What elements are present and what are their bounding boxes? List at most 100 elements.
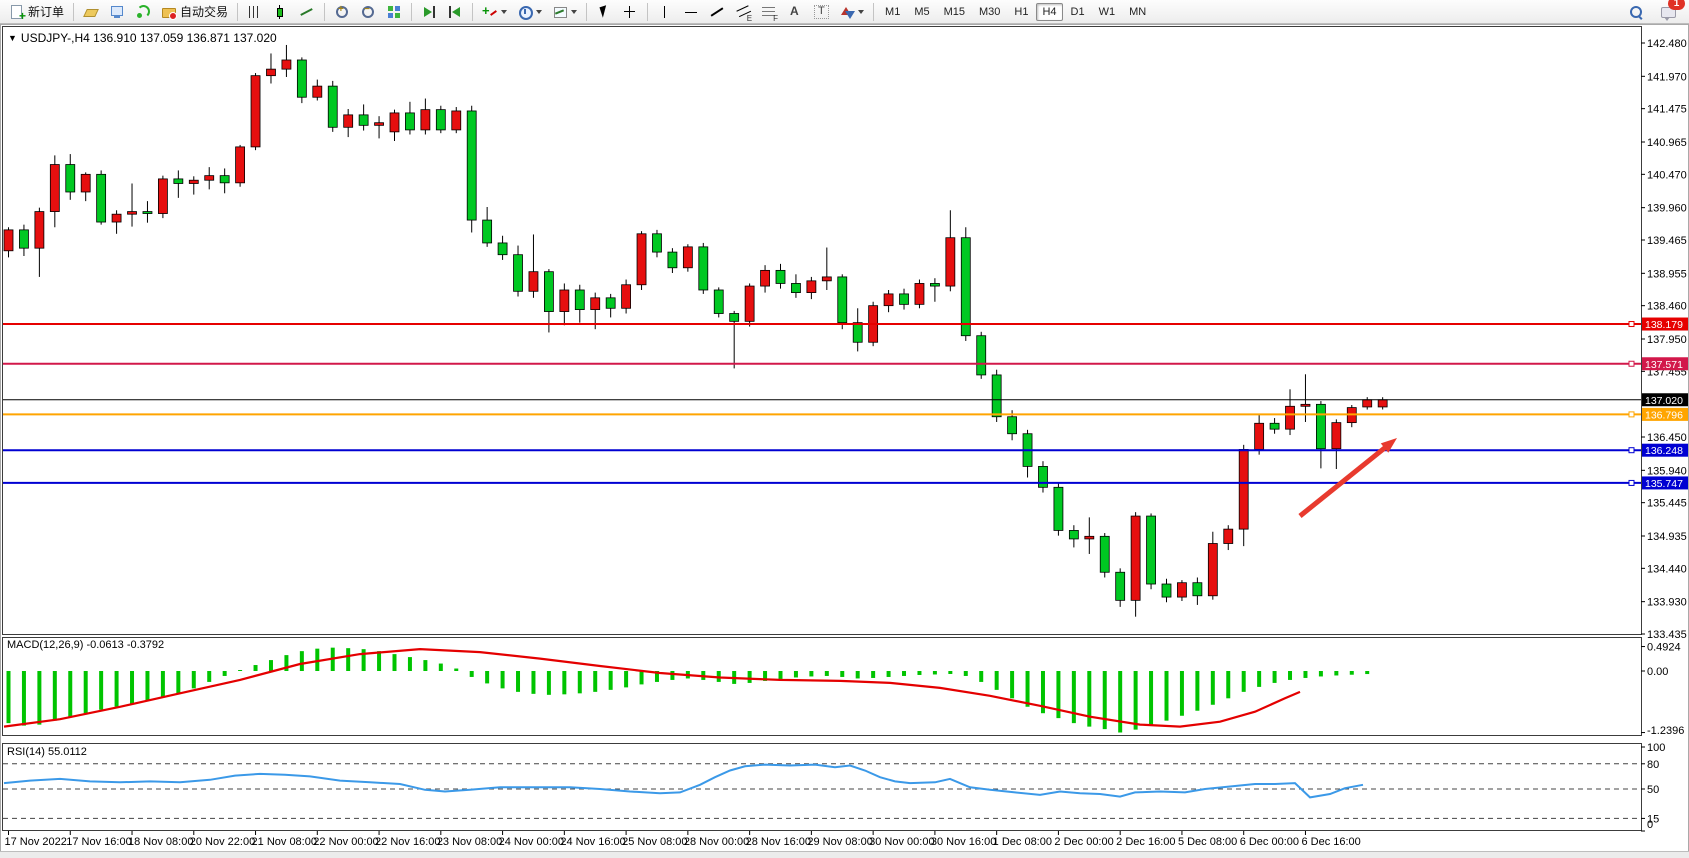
market-data-icon [135, 4, 151, 20]
candle-body [1363, 400, 1372, 407]
chart-title-row: ▼USDJPY-,H4 136.910 137.059 136.871 137.… [8, 31, 277, 45]
templates-button[interactable] [548, 1, 581, 23]
eraser-button[interactable] [79, 1, 103, 23]
time-tick-label: 28 Nov 00:00 [684, 836, 749, 848]
candle-body [683, 247, 692, 268]
tf-button-m5[interactable]: M5 [908, 3, 935, 21]
tf-button-m15[interactable]: M15 [938, 3, 971, 21]
candle-body [1177, 583, 1186, 597]
new-order-button[interactable]: 新订单 [5, 1, 68, 23]
cursor-button[interactable] [592, 1, 616, 23]
candle-body [699, 247, 708, 290]
eraser-icon [83, 4, 99, 20]
price-level-badge-text: 138.179 [1645, 319, 1683, 331]
line-handle[interactable] [1629, 412, 1634, 417]
tf-button-m1[interactable]: M1 [879, 3, 906, 21]
periods-button[interactable] [513, 1, 546, 23]
candle-body [900, 294, 909, 304]
time-tick-label: 18 Nov 08:00 [128, 836, 193, 848]
time-tick-label: 28 Nov 16:00 [746, 836, 811, 848]
text-button[interactable] [783, 1, 807, 23]
chart-shift-icon [421, 4, 437, 20]
candle-body [637, 234, 646, 285]
text-label-button[interactable] [809, 1, 833, 23]
candle-body [50, 165, 59, 212]
main-pane[interactable] [3, 27, 1642, 635]
templates-caret-icon [571, 10, 577, 14]
indicators-caret-icon [501, 10, 507, 14]
indicators-button[interactable] [478, 1, 511, 23]
candle-body [282, 60, 291, 69]
chart-canvas[interactable]: 142.480141.970141.475140.965140.470139.9… [0, 0, 1689, 858]
search-button[interactable] [1624, 1, 1648, 23]
vertical-line-button[interactable] [653, 1, 677, 23]
zoom-out-icon [360, 4, 376, 20]
auto-trading-icon [161, 4, 177, 20]
tf-button-d1[interactable]: D1 [1065, 3, 1091, 21]
symbol-dropdown-icon[interactable]: ▼ [8, 33, 17, 43]
line-handle[interactable] [1629, 480, 1634, 485]
zoom-in-button[interactable] [330, 1, 354, 23]
tf-button-h1[interactable]: H1 [1008, 3, 1034, 21]
line-handle[interactable] [1629, 448, 1634, 453]
candle-body [807, 281, 816, 293]
line-chart-mode-button[interactable] [295, 1, 319, 23]
candle-body [1270, 423, 1279, 429]
horizontal-line-button[interactable] [679, 1, 703, 23]
rsi-label: RSI(14) 55.0112 [7, 746, 87, 758]
tf-button-mn[interactable]: MN [1123, 3, 1152, 21]
zoom-out-button[interactable] [356, 1, 380, 23]
tf-button-w1[interactable]: W1 [1093, 3, 1122, 21]
time-tick-label: 29 Nov 08:00 [807, 836, 872, 848]
line-chart-mode-icon [299, 4, 315, 20]
arrow-objects-button[interactable] [835, 1, 868, 23]
notification-badge: 1 [1668, 0, 1685, 10]
candle-body [529, 272, 538, 292]
trendline-button[interactable] [705, 1, 729, 23]
auto-scroll-button[interactable] [443, 1, 467, 23]
chart-shift-button[interactable] [417, 1, 441, 23]
candlestick-mode-button[interactable] [269, 1, 293, 23]
toolbar-separator [324, 3, 325, 21]
fibonacci-icon [761, 4, 777, 20]
candle-body [189, 180, 198, 183]
cursor-icon [596, 4, 612, 20]
price-tick-label: 141.970 [1647, 71, 1687, 83]
candle-body [652, 234, 661, 252]
candle-body [1286, 406, 1295, 429]
candle-body [359, 115, 368, 125]
tf-button-m30[interactable]: M30 [973, 3, 1006, 21]
rsi-pane[interactable] [3, 744, 1642, 831]
fibonacci-button[interactable] [757, 1, 781, 23]
candle-body [730, 314, 739, 322]
bar-chart-mode-button[interactable] [243, 1, 267, 23]
macd-tick-label: 0.4924 [1647, 642, 1681, 654]
toolbar-separator [411, 3, 412, 21]
zoom-in-icon [334, 4, 350, 20]
candle-body [483, 220, 492, 243]
chart-window-button[interactable] [105, 1, 129, 23]
notifications-button[interactable]: 1 [1656, 1, 1680, 23]
auto-trading-button[interactable]: 自动交易 [157, 1, 232, 23]
candle-body [452, 111, 461, 130]
candle-body [1208, 544, 1217, 596]
crosshair-icon [622, 4, 638, 20]
market-data-button[interactable] [131, 1, 155, 23]
macd-pane[interactable] [3, 638, 1642, 736]
line-handle[interactable] [1629, 322, 1634, 327]
candle-body [112, 214, 121, 222]
text-label-icon [813, 4, 829, 20]
price-tick-label: 134.440 [1647, 563, 1687, 575]
crosshair-button[interactable] [618, 1, 642, 23]
equidistant-channel-button[interactable] [731, 1, 755, 23]
macd-tick-label: 0.00 [1647, 666, 1668, 678]
tf-button-h4[interactable]: H4 [1036, 3, 1062, 21]
rsi-tick-label: 80 [1647, 759, 1659, 771]
line-handle[interactable] [1629, 361, 1634, 366]
price-tick-label: 141.475 [1647, 104, 1687, 116]
time-tick-label: 25 Nov 08:00 [622, 836, 687, 848]
time-tick-label: 2 Dec 00:00 [1054, 836, 1113, 848]
tile-windows-button[interactable] [382, 1, 406, 23]
candle-body [1224, 529, 1233, 543]
candle-body [822, 277, 831, 281]
